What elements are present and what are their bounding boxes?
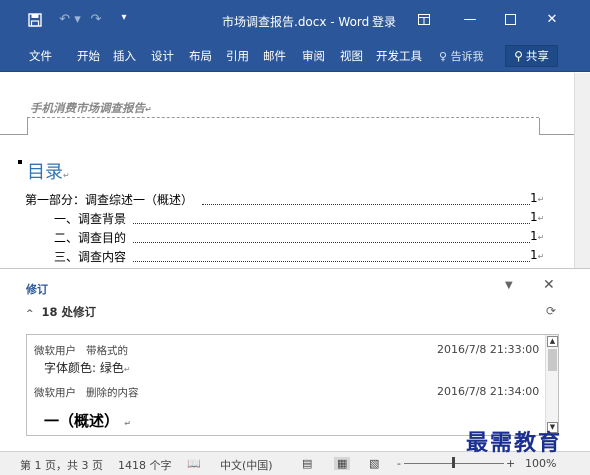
revisions-scrollbar[interactable]: ▲ ▼ [545,335,558,435]
revision-author-action: 微软用户 删除的内容 [34,387,139,399]
save-icon[interactable] [27,12,43,28]
revision-detail: 字体颜色: 绿色↵ [44,361,131,375]
right-margin-corner [539,118,540,134]
web-layout-icon[interactable]: ▧ [369,457,379,470]
tab-developer[interactable]: 开发工具 [376,48,422,64]
tab-view[interactable]: 视图 [340,48,363,64]
language[interactable]: 中文(中国) [220,457,273,473]
maximize-icon[interactable] [496,8,524,32]
zoom-out-button[interactable]: - [397,457,401,470]
zoom-slider-thumb[interactable] [452,457,455,468]
share-label: 共享 [525,49,549,63]
toc-entry-text: 二、调查目的 [54,231,127,245]
toc-heading: 目录↵ [27,162,70,183]
pane-options-dropdown-icon[interactable]: ▼ [505,280,513,291]
pane-close-icon[interactable]: ✕ [543,277,555,293]
tab-references[interactable]: 引用 [226,48,249,64]
tab-layout[interactable]: 布局 [189,48,212,64]
toc-leader [133,210,530,224]
tell-me-label: 告诉我 [450,50,484,63]
right-margin-corner-bottom [539,134,574,135]
page-info[interactable]: 第 1 页，共 3 页 [20,457,103,473]
toc-entry-text: 第一部分：调查综述一（概述） [25,193,194,207]
revision-time: 2016/7/8 21:34:00 [437,385,540,398]
tab-insert[interactable]: 插入 [113,48,136,64]
read-mode-icon[interactable]: ▤ [302,457,312,470]
toc-entry-text: 一、调查背景 [54,212,127,226]
revision-author-action: 微软用户 带格式的 [34,345,129,357]
collapse-caret-icon: ^ [26,309,34,319]
toc-leader [202,191,530,205]
header-divider [27,117,539,118]
revisions-pane: 修订 ▼ ✕ ^ 18 处修订 ⟳ 微软用户 带格式的 2016/7/8 21:3… [0,268,590,451]
person-icon: ⚲ [514,49,523,63]
toc-page-number: 1↵ [530,248,545,262]
tab-home[interactable]: 开始 [77,48,100,64]
ribbon-display-icon[interactable] [410,8,438,32]
scroll-thumb[interactable] [548,349,557,371]
tab-review[interactable]: 审阅 [302,48,325,64]
toc-page-number: 1↵ [530,229,545,243]
zoom-in-button[interactable]: + [506,457,515,470]
tab-file[interactable]: 文件 [29,48,52,64]
word-count[interactable]: 1418 个字 [118,457,172,473]
toc-page-number: 1↵ [530,210,545,224]
watermark-logo: 最需教育 [466,430,563,456]
minimize-icon[interactable]: — [456,8,484,32]
revision-time: 2016/7/8 21:33:00 [437,343,540,356]
tab-mailings[interactable]: 邮件 [263,48,286,64]
document-area: 手机消费市场调查报告↵ 目录↵ 第一部分：调查综述一（概述） 1↵ 一、调查背景… [0,73,590,268]
share-button[interactable]: ⚲ 共享 [505,45,558,67]
revisions-count[interactable]: ^ 18 处修订 [26,304,96,320]
refresh-icon[interactable]: ⟳ [546,304,556,318]
document-title: 市场调查报告.docx - Word [222,15,370,29]
toc-page-number: 1↵ [530,191,545,205]
tell-me-search[interactable]: ♀ 告诉我 [439,48,484,64]
left-margin-corner-bottom [0,134,28,135]
paragraph-mark-icon [18,160,22,164]
title-bar: ↶ ▾ ↷ ▾ 市场调查报告.docx - Word 登录 — ✕ [0,0,590,40]
toc-entry-text: 三、调查内容 [54,250,127,264]
page-header-text: 手机消费市场调查报告↵ [30,101,152,115]
scroll-up-icon[interactable]: ▲ [547,336,558,347]
login-link[interactable]: 登录 [372,13,396,30]
revision-detail: 一（概述） ↵ [44,412,131,430]
left-margin-corner [27,118,28,134]
document-scrollbar[interactable] [574,73,590,268]
zoom-level[interactable]: 100% [525,457,556,470]
print-layout-icon[interactable]: ▦ [334,457,351,470]
undo-icon[interactable]: ↶ ▾ [58,12,82,27]
ribbon-tabs: 文件 开始 插入 设计 布局 引用 邮件 审阅 视图 开发工具 ♀ 告诉我 ⚲ … [0,40,590,72]
proofing-icon[interactable]: 📖 [187,457,201,470]
toc-leader [133,248,530,262]
close-icon[interactable]: ✕ [538,8,566,32]
revisions-pane-title: 修订 [26,283,48,296]
document-page[interactable]: 手机消费市场调查报告↵ 目录↵ 第一部分：调查综述一（概述） 1↵ 一、调查背景… [0,73,574,268]
lightbulb-icon: ♀ [439,50,448,63]
tab-design[interactable]: 设计 [151,48,174,64]
revisions-list: 微软用户 带格式的 2016/7/8 21:33:00 字体颜色: 绿色↵ 微软… [26,334,559,436]
toc-leader [133,229,530,243]
customize-icon[interactable]: ▾ [118,12,130,23]
redo-icon[interactable]: ↷ [88,12,104,27]
